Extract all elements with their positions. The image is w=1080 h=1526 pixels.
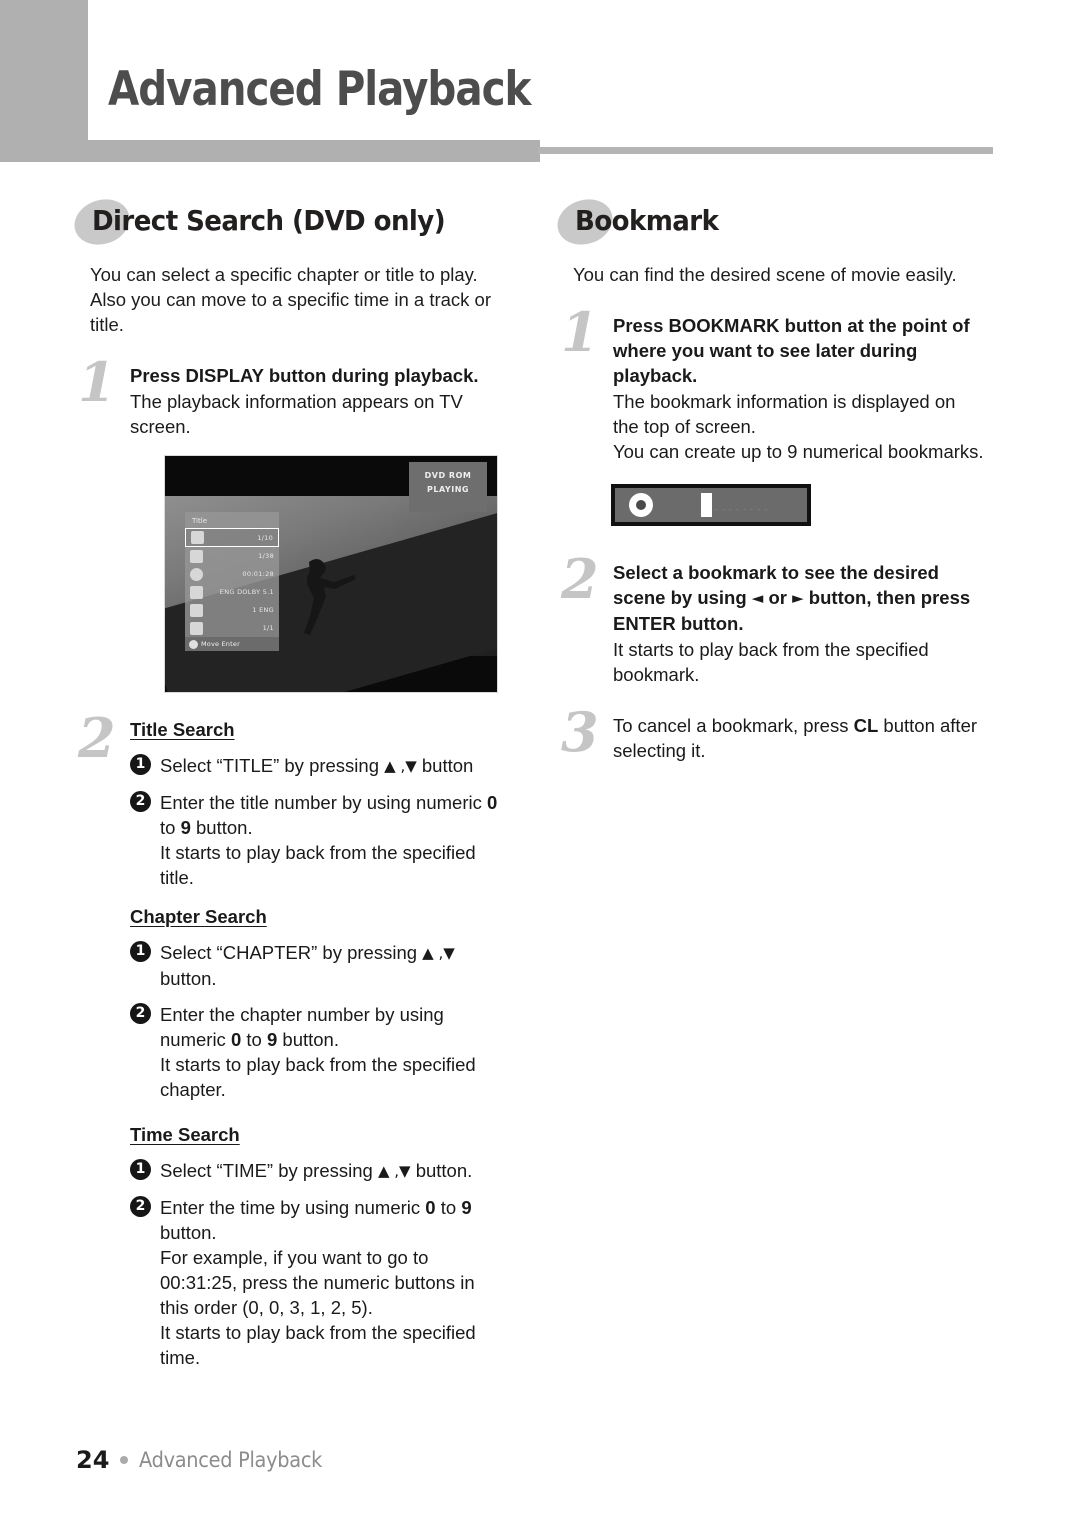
step-title: Select a bookmark to see the desired sce… (613, 562, 971, 634)
step-number: 3 (561, 700, 599, 764)
list-item-text: Enter the title number by using numeric … (160, 792, 498, 888)
osd-row-subtitle: 1 ENG (185, 601, 279, 619)
step-body: To cancel a bookmark, press CL button af… (613, 715, 978, 761)
list-item: 1 Select “TIME” by pressing ▲ ,▼ button. (130, 1158, 502, 1184)
step-number: 2 (561, 547, 599, 611)
header-left-accent-bar (0, 0, 88, 160)
osd-value: 00:01:28 (242, 570, 274, 578)
step-body: The playback information appears on TV s… (130, 391, 463, 437)
bullet-number-icon: 1 (130, 754, 151, 775)
section-heading-label: Direct Search (DVD only) (92, 204, 446, 237)
bullet-number-icon: 2 (130, 1196, 151, 1217)
osd-row-chapter: 1/38 (185, 547, 279, 565)
header-thick-rule (0, 140, 540, 162)
step-2-bookmark-select: 2 Select a bookmark to see the desired s… (555, 552, 985, 687)
step-2-searches: 2 Title Search 1 Select “TITLE” by press… (72, 711, 502, 890)
footer-bullet-icon (120, 1456, 129, 1464)
list-item-text: Select “TIME” by pressing ▲ ,▼ button. (160, 1160, 473, 1181)
angle-icon (190, 621, 203, 635)
list-item: 1 Select “CHAPTER” by pressing ▲ ,▼ butt… (130, 940, 502, 991)
subsection-title: Chapter Search (130, 906, 267, 927)
tv-osd-screenshot: DVD ROM PLAYING Title 1/10 1/38 00:01:28… (164, 455, 498, 693)
page-footer: 24 Advanced Playback (76, 1446, 338, 1474)
bookmark-indicator-screenshot: – – – – – – – – (611, 484, 811, 526)
list-item-text: Enter the time by using numeric 0 to 9 b… (160, 1197, 476, 1368)
bookmark-intro: You can find the desired scene of movie … (573, 264, 957, 285)
right-column: Bookmark You can find the desired scene … (551, 192, 985, 779)
step-1-display: 1 Press DISPLAY button during playback. … (72, 355, 502, 439)
list-item: 2 Enter the time by using numeric 0 to 9… (130, 1195, 502, 1370)
bookmark-marker-icon (701, 493, 712, 517)
subsection-title-search: Title Search 1 Select “TITLE” by pressin… (130, 719, 502, 890)
bullet-number-icon: 1 (130, 1159, 151, 1180)
section-heading-direct-search: Direct Search (DVD only) (68, 192, 502, 252)
disc-icon-hole (636, 500, 646, 510)
osd-value: ENG DOLBY 5.1 (219, 588, 274, 596)
tv-status-line-1: DVD ROM (424, 471, 472, 480)
footer-page-number: 24 (76, 1446, 110, 1474)
subsection-time-search: Time Search 1 Select “TIME” by pressing … (130, 1124, 502, 1370)
step-3-bookmark-cancel: 3 To cancel a bookmark, press CL button … (555, 705, 985, 763)
tv-status-box: DVD ROM PLAYING (409, 462, 487, 512)
footer-section-label: Advanced Playback (139, 1448, 323, 1472)
time-icon (190, 567, 203, 581)
list-item-text: Enter the chapter number by using numeri… (160, 1004, 476, 1100)
page-title: Advanced Playback (108, 62, 531, 117)
subsection-chapter-search: Chapter Search 1 Select “CHAPTER” by pre… (130, 906, 502, 1102)
bullet-number-icon: 1 (130, 941, 151, 962)
step-title: Press BOOKMARK button at the point of wh… (613, 315, 970, 386)
list-item-text: Select “CHAPTER” by pressing ▲ ,▼ button… (160, 942, 455, 989)
step-number: 2 (78, 706, 116, 770)
step-1-bookmark: 1 Press BOOKMARK button at the point of … (555, 305, 985, 464)
subtitle-icon (190, 603, 203, 617)
page-header: Advanced Playback (0, 0, 1080, 162)
osd-row-angle: 1/1 (185, 619, 279, 637)
step-title: Press DISPLAY button during playback. (130, 365, 479, 386)
osd-value: 1 ENG (252, 606, 274, 614)
subsection-title: Time Search (130, 1124, 240, 1145)
list-item: 2 Enter the chapter number by using nume… (130, 1002, 502, 1102)
tv-osd-panel: Title 1/10 1/38 00:01:28 ENG DOLBY 5.1 1… (185, 512, 279, 651)
list-item: 1 Select “TITLE” by pressing ▲ ,▼ button (130, 753, 502, 779)
osd-row-time: 00:01:28 (185, 565, 279, 583)
subsection-title: Title Search (130, 719, 235, 740)
tv-status-line-2: PLAYING (427, 485, 469, 494)
header-thin-rule (538, 147, 993, 154)
tv-osd-title: Title (192, 517, 208, 525)
osd-row-audio: ENG DOLBY 5.1 (185, 583, 279, 601)
osd-value: 1/10 (257, 533, 273, 542)
bookmark-indicator-bar: – – – – – – – – (615, 488, 807, 522)
direct-search-intro: You can select a specific chapter or tit… (90, 264, 492, 335)
bullet-number-icon: 2 (130, 791, 151, 812)
osd-value: 1/38 (258, 552, 274, 560)
section-heading-label: Bookmark (575, 204, 719, 237)
left-column: Direct Search (DVD only) You can select … (68, 192, 502, 1392)
section-heading-bookmark: Bookmark (551, 192, 985, 252)
bullet-number-icon: 2 (130, 1003, 151, 1024)
step-number: 1 (78, 350, 116, 414)
tv-osd-footer-label: Move Enter (201, 640, 240, 648)
tv-surfer-silhouette (304, 559, 356, 635)
step-body: It starts to play back from the specifie… (613, 639, 929, 685)
title-icon (191, 531, 204, 544)
osd-value: 1/1 (262, 624, 274, 632)
step-body: The bookmark information is displayed on… (613, 391, 984, 462)
audio-icon (190, 585, 203, 599)
list-item: 2 Enter the title number by using numeri… (130, 790, 502, 890)
osd-row-title: 1/10 (185, 528, 279, 547)
bookmark-ticks: – – – – – – – – (715, 507, 769, 513)
list-item-text: Select “TITLE” by pressing ▲ ,▼ button (160, 755, 474, 776)
dpad-icon (189, 640, 198, 649)
chapter-icon (190, 549, 203, 563)
step-number: 1 (561, 300, 599, 364)
tv-osd-footer-hint: Move Enter (185, 637, 279, 651)
